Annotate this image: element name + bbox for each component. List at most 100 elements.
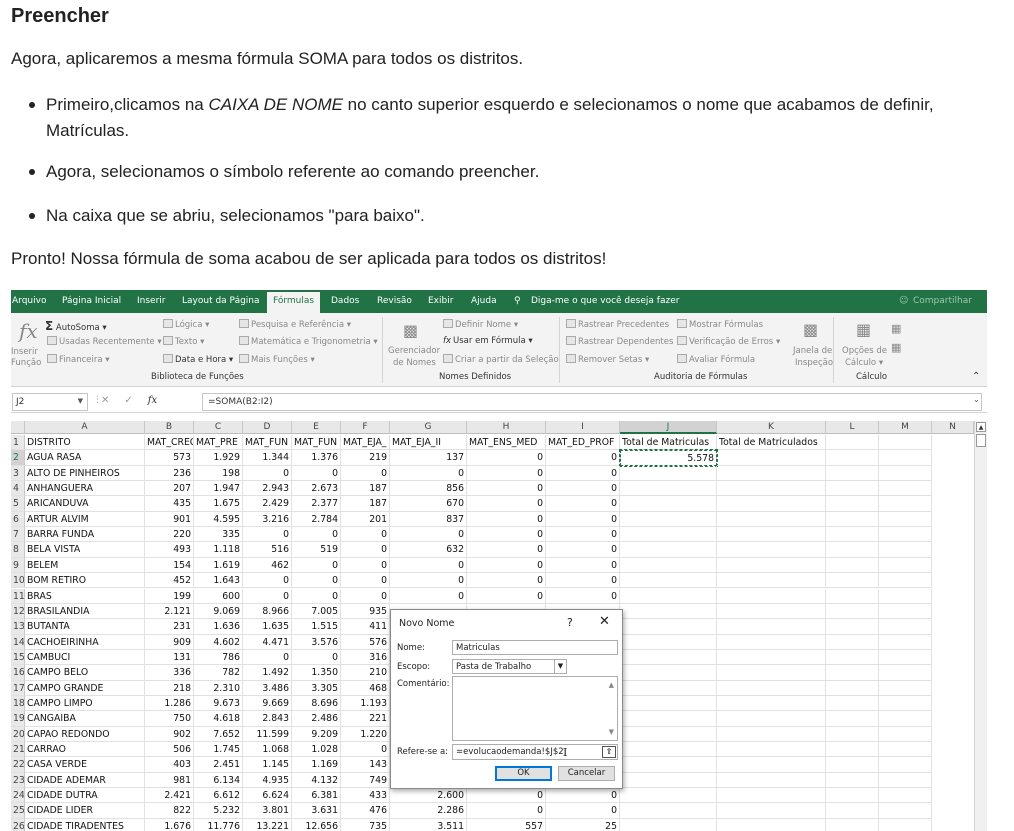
- cell[interactable]: [717, 527, 826, 543]
- tab-layout[interactable]: Layout da Página: [182, 296, 260, 306]
- cell[interactable]: 1.344: [243, 450, 292, 466]
- tab-revisao[interactable]: Revisão: [377, 296, 412, 306]
- cell[interactable]: 0: [341, 465, 390, 482]
- name-manager-label-2[interactable]: de Nomes: [393, 358, 436, 368]
- cell[interactable]: CARRAO: [25, 742, 145, 758]
- cell[interactable]: 493: [145, 542, 194, 558]
- cell[interactable]: [717, 634, 826, 650]
- cell[interactable]: MAT_CREC: [145, 435, 194, 451]
- cell[interactable]: [620, 481, 717, 497]
- cell[interactable]: 0: [467, 527, 546, 543]
- cell[interactable]: 0: [546, 588, 620, 604]
- cell[interactable]: 201: [341, 511, 390, 528]
- cell[interactable]: [826, 772, 879, 789]
- search-icon[interactable]: ⚲: [514, 296, 521, 306]
- cell[interactable]: AGUA RASA: [25, 450, 145, 466]
- cancel-icon[interactable]: ✕: [101, 395, 109, 406]
- cell[interactable]: 231: [145, 619, 194, 635]
- row-number[interactable]: 18: [11, 695, 25, 712]
- cell[interactable]: 735: [341, 818, 390, 831]
- date-time-button[interactable]: Data e Hora ▾: [163, 354, 233, 365]
- cell[interactable]: BOM RETIRO: [25, 573, 145, 589]
- cell[interactable]: 1.286: [145, 695, 194, 712]
- vertical-scrollbar[interactable]: ▲: [974, 421, 987, 831]
- cell[interactable]: BELA VISTA: [25, 542, 145, 558]
- cell[interactable]: 0: [243, 465, 292, 482]
- cell[interactable]: CANGAIBA: [25, 711, 145, 727]
- cell[interactable]: 2.429: [243, 496, 292, 512]
- column-header[interactable]: H: [467, 421, 546, 434]
- cell[interactable]: [826, 649, 879, 666]
- row-number[interactable]: 24: [11, 788, 25, 804]
- cell[interactable]: 1.515: [292, 619, 341, 635]
- cell[interactable]: 8.696: [292, 695, 341, 712]
- expand-formula-icon[interactable]: ⌄: [973, 395, 980, 404]
- cell[interactable]: 11.599: [243, 726, 292, 742]
- cell[interactable]: [717, 573, 826, 589]
- cell[interactable]: [620, 557, 717, 574]
- cell[interactable]: 0: [341, 527, 390, 543]
- cell[interactable]: [717, 619, 826, 635]
- cell[interactable]: 0: [390, 465, 467, 482]
- cell[interactable]: 2.943: [243, 481, 292, 497]
- cell[interactable]: 0: [292, 527, 341, 543]
- cell[interactable]: [826, 695, 879, 712]
- cell[interactable]: 1.169: [292, 757, 341, 773]
- cell[interactable]: [717, 542, 826, 558]
- cell[interactable]: [826, 634, 879, 650]
- row-number[interactable]: 17: [11, 680, 25, 696]
- cell[interactable]: 2.843: [243, 711, 292, 727]
- show-formulas-button[interactable]: Mostrar Fórmulas: [677, 319, 763, 330]
- name-manager-label[interactable]: Gerenciador: [388, 346, 440, 356]
- row-number[interactable]: 23: [11, 772, 25, 789]
- cell[interactable]: 2.600: [390, 788, 467, 804]
- cell[interactable]: 0: [467, 511, 546, 528]
- row-number[interactable]: 5: [11, 496, 25, 512]
- share-icon[interactable]: ☺: [899, 296, 908, 306]
- watch-window-label[interactable]: Janela de: [793, 346, 832, 356]
- cell[interactable]: 0: [390, 557, 467, 574]
- cell[interactable]: 3.486: [243, 680, 292, 696]
- cell[interactable]: 9.209: [292, 726, 341, 742]
- cell[interactable]: [826, 527, 879, 543]
- cell[interactable]: 0: [243, 588, 292, 604]
- cell[interactable]: MAT_ED_PROF: [546, 435, 620, 451]
- cell[interactable]: [620, 649, 717, 666]
- comment-textarea[interactable]: ▲ ▼: [452, 676, 618, 741]
- column-header[interactable]: A: [25, 421, 145, 434]
- row-number[interactable]: 11: [11, 588, 25, 604]
- cell[interactable]: [717, 757, 826, 773]
- cell[interactable]: 4.602: [194, 634, 243, 650]
- cell[interactable]: 336: [145, 665, 194, 681]
- recently-used-button[interactable]: Usadas Recentemente ▾: [47, 336, 162, 347]
- cell[interactable]: [879, 757, 932, 773]
- cell[interactable]: 476: [341, 803, 390, 819]
- cell[interactable]: [879, 603, 932, 620]
- cell[interactable]: 462: [243, 557, 292, 574]
- cell[interactable]: 1.676: [145, 818, 194, 831]
- cell[interactable]: 335: [194, 527, 243, 543]
- cell[interactable]: [620, 588, 717, 604]
- cell[interactable]: [717, 496, 826, 512]
- more-functions-button[interactable]: Mais Funções ▾: [239, 354, 315, 365]
- cell[interactable]: [826, 803, 879, 819]
- cell[interactable]: 154: [145, 557, 194, 574]
- cell[interactable]: [879, 803, 932, 819]
- cell[interactable]: [620, 680, 717, 696]
- cell[interactable]: [879, 772, 932, 789]
- chevron-down-icon[interactable]: ▼: [78, 397, 83, 405]
- column-header[interactable]: D: [243, 421, 292, 434]
- select-all-corner[interactable]: [11, 421, 25, 434]
- cell[interactable]: 236: [145, 465, 194, 482]
- cell[interactable]: Total de Matriculados: [717, 435, 826, 451]
- lookup-button[interactable]: Pesquisa e Referência ▾: [239, 319, 351, 330]
- cell[interactable]: 0: [243, 649, 292, 666]
- cell[interactable]: [620, 603, 717, 620]
- cell[interactable]: 4.132: [292, 772, 341, 789]
- cell[interactable]: 1.350: [292, 665, 341, 681]
- cell[interactable]: [620, 634, 717, 650]
- cell[interactable]: 403: [145, 757, 194, 773]
- row-number[interactable]: 26: [11, 818, 25, 831]
- chevron-down-icon[interactable]: ▼: [554, 660, 566, 673]
- cell[interactable]: ANHANGUERA: [25, 481, 145, 497]
